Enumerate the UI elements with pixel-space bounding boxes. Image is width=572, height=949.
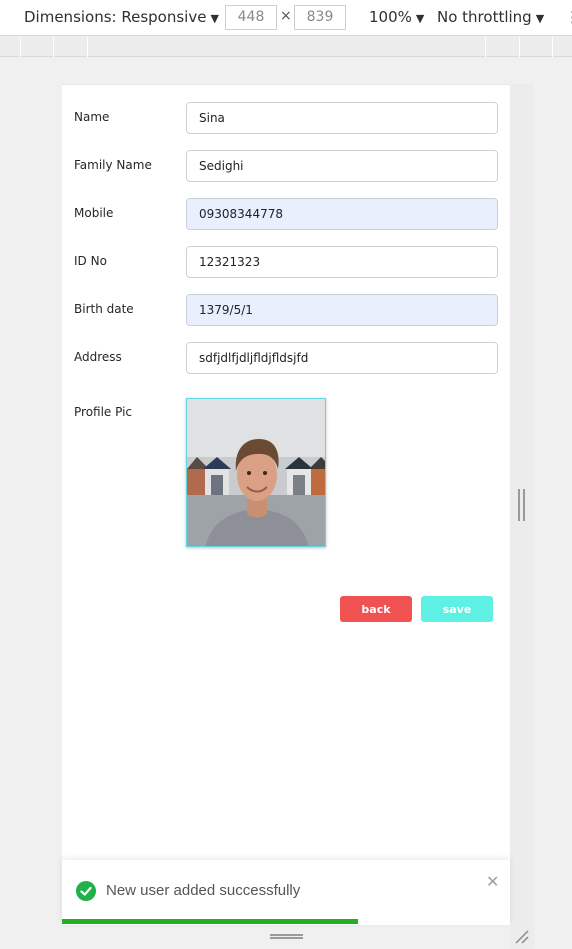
zoom-dropdown[interactable]: 100% ▼ (369, 8, 424, 26)
birth-date-label: Birth date (74, 302, 134, 316)
dimensions-dropdown[interactable]: Dimensions: Responsive ▼ (24, 8, 219, 26)
success-toast: New user added successfully ✕ (62, 860, 510, 925)
dimensions-label: Dimensions: Responsive (24, 8, 207, 26)
viewport-height-input[interactable]: 839 (294, 5, 346, 30)
name-input[interactable] (186, 102, 498, 134)
id-no-label: ID No (74, 254, 107, 268)
birth-date-row: Birth date (74, 294, 498, 326)
ruler-segment[interactable] (485, 37, 486, 57)
mobile-input[interactable] (186, 198, 498, 230)
success-check-icon (76, 881, 96, 901)
viewport-width-input[interactable]: 448 (225, 5, 277, 30)
profile-photo-image (187, 399, 325, 546)
mobile-row: Mobile (74, 198, 498, 230)
family-name-row: Family Name (74, 150, 498, 182)
ruler-segment[interactable] (552, 37, 553, 57)
ruler-segment[interactable] (519, 37, 520, 57)
address-row: Address (74, 342, 498, 374)
address-label: Address (74, 350, 122, 364)
resize-handle-right[interactable] (518, 489, 525, 521)
caret-down-icon: ▼ (210, 12, 219, 25)
close-icon[interactable]: ✕ (486, 872, 499, 891)
more-options-icon[interactable]: ⋮ (565, 8, 572, 26)
name-label: Name (74, 110, 110, 124)
birth-date-input[interactable] (186, 294, 498, 326)
caret-down-icon: ▼ (415, 12, 425, 25)
times-separator: × (280, 8, 292, 24)
profile-pic-label: Profile Pic (74, 405, 133, 419)
ruler-segment[interactable] (53, 37, 54, 57)
page-viewport: Name Family Name Mobile ID No Birth date… (62, 84, 510, 925)
profile-photo[interactable] (186, 398, 326, 547)
back-button[interactable]: back (340, 596, 412, 622)
zoom-label: 100% (369, 8, 412, 26)
toast-progress-track (62, 919, 510, 924)
caret-down-icon: ▼ (535, 12, 545, 25)
id-no-input[interactable] (186, 246, 498, 278)
throttling-dropdown[interactable]: No throttling ▼ (437, 8, 544, 26)
ruler-segment[interactable] (20, 37, 21, 57)
family-name-input[interactable] (186, 150, 498, 182)
toast-message: New user added successfully (106, 882, 301, 899)
name-row: Name (74, 102, 498, 134)
resize-handle-bottom[interactable] (270, 934, 303, 939)
ruler-segment[interactable] (87, 37, 88, 57)
id-no-row: ID No (74, 246, 498, 278)
throttling-label: No throttling (437, 8, 532, 26)
save-button[interactable]: save (421, 596, 493, 622)
address-input[interactable] (186, 342, 498, 374)
toast-progress-bar (62, 919, 358, 924)
media-query-ruler (0, 37, 572, 57)
family-name-label: Family Name (74, 158, 152, 172)
resize-corner-icon[interactable] (513, 928, 531, 946)
devtools-toolbar: Dimensions: Responsive ▼ 448 × 839 100% ▼ … (0, 0, 572, 36)
mobile-label: Mobile (74, 206, 114, 220)
